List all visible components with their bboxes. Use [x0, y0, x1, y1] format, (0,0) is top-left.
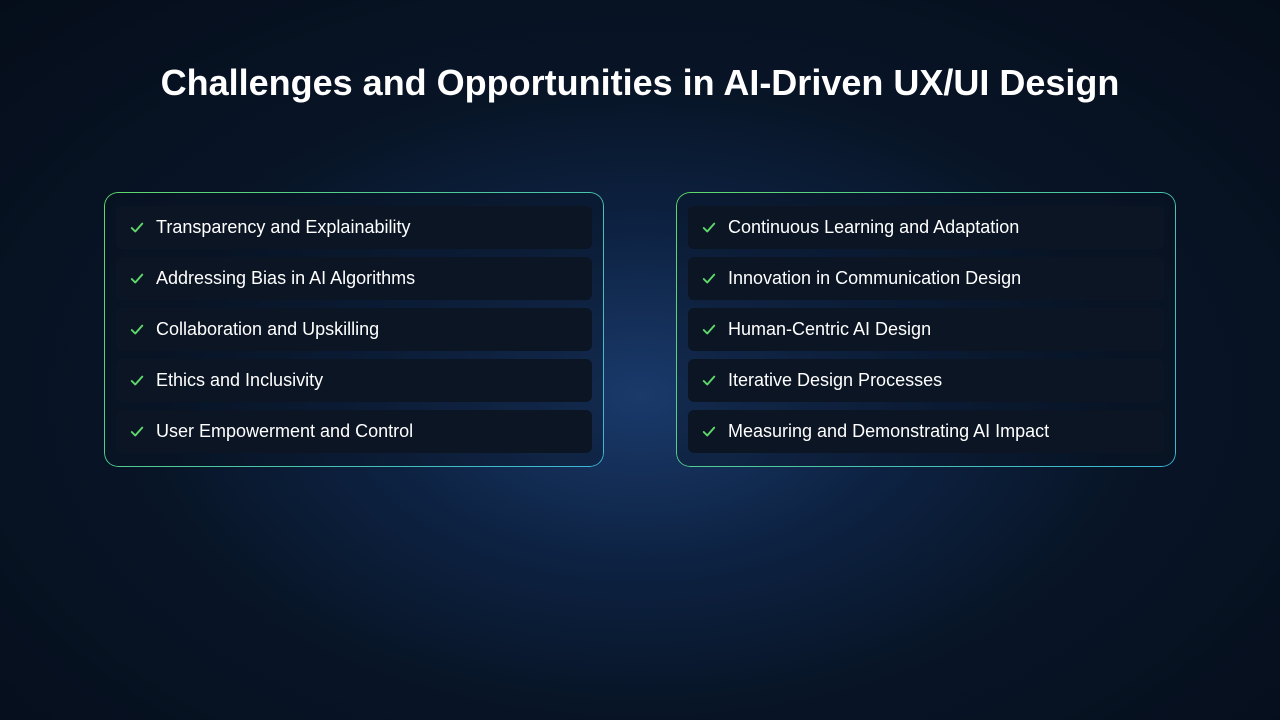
list-item: Iterative Design Processes: [688, 359, 1164, 402]
check-icon: [702, 221, 716, 235]
list-item-label: Measuring and Demonstrating AI Impact: [728, 421, 1049, 442]
list-item: Transparency and Explainability: [116, 206, 592, 249]
list-item: Continuous Learning and Adaptation: [688, 206, 1164, 249]
list-item: Human-Centric AI Design: [688, 308, 1164, 351]
check-icon: [702, 374, 716, 388]
check-icon: [130, 374, 144, 388]
check-icon: [702, 323, 716, 337]
check-icon: [702, 425, 716, 439]
list-item: Collaboration and Upskilling: [116, 308, 592, 351]
right-list-card: Continuous Learning and Adaptation Innov…: [676, 192, 1176, 467]
lists-container: Transparency and Explainability Addressi…: [0, 192, 1280, 467]
check-icon: [130, 272, 144, 286]
list-item-label: User Empowerment and Control: [156, 421, 413, 442]
check-icon: [130, 323, 144, 337]
left-list-card: Transparency and Explainability Addressi…: [104, 192, 604, 467]
list-item-label: Human-Centric AI Design: [728, 319, 931, 340]
list-item: Measuring and Demonstrating AI Impact: [688, 410, 1164, 453]
check-icon: [702, 272, 716, 286]
list-item: Addressing Bias in AI Algorithms: [116, 257, 592, 300]
check-icon: [130, 425, 144, 439]
list-item-label: Ethics and Inclusivity: [156, 370, 323, 391]
list-item: User Empowerment and Control: [116, 410, 592, 453]
list-item: Innovation in Communication Design: [688, 257, 1164, 300]
page-title: Challenges and Opportunities in AI-Drive…: [0, 0, 1280, 124]
list-item: Ethics and Inclusivity: [116, 359, 592, 402]
check-icon: [130, 221, 144, 235]
list-item-label: Innovation in Communication Design: [728, 268, 1021, 289]
list-item-label: Continuous Learning and Adaptation: [728, 217, 1019, 238]
list-item-label: Addressing Bias in AI Algorithms: [156, 268, 415, 289]
list-item-label: Collaboration and Upskilling: [156, 319, 379, 340]
list-item-label: Iterative Design Processes: [728, 370, 942, 391]
list-item-label: Transparency and Explainability: [156, 217, 410, 238]
